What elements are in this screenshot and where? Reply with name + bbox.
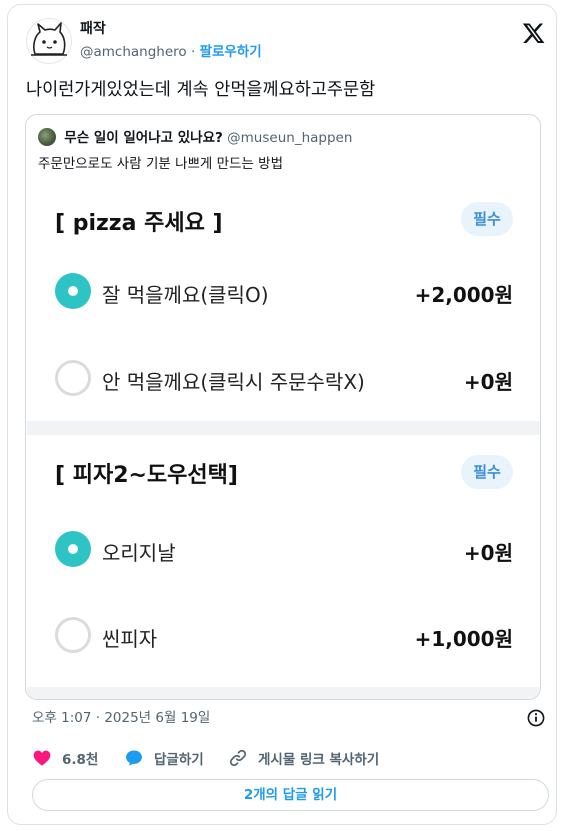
option-price: +0원 bbox=[463, 541, 513, 565]
required-badge: 필수 bbox=[461, 202, 513, 236]
option-label: 안 먹을께요(클릭시 주문수락X) bbox=[102, 370, 365, 394]
option-label: 잘 먹을께요(클릭O) bbox=[102, 283, 269, 307]
menu-section-pizza: [ pizza 주세요 ] 필수 잘 먹을께요(클릭O) +2,000원 안 먹… bbox=[27, 185, 540, 421]
x-logo-icon[interactable] bbox=[522, 21, 546, 45]
tweet-header: 패작 @amchanghero · 팔로우하기 bbox=[26, 15, 546, 67]
quote-author-name: 무슨 일이 일어나고 있나요? bbox=[64, 130, 223, 146]
avatar[interactable] bbox=[26, 18, 72, 64]
option-label: 씬피자 bbox=[102, 627, 158, 651]
follow-button[interactable]: 팔로우하기 bbox=[200, 44, 262, 60]
option-label: 오리지날 bbox=[102, 541, 176, 565]
chat-bubble-icon bbox=[126, 750, 142, 766]
radio-unselected-icon[interactable] bbox=[55, 360, 91, 396]
separator: · bbox=[190, 44, 196, 60]
quote-text: 주문만으로도 사람 기분 나쁘게 만드는 방법 bbox=[38, 156, 284, 172]
action-bar: 6.8천 답글하기 게시물 링크 복사하기 bbox=[32, 746, 542, 770]
info-icon[interactable] bbox=[527, 709, 545, 727]
quote-avatar bbox=[38, 128, 56, 146]
radio-unselected-icon[interactable] bbox=[55, 617, 91, 653]
like-count: 6.8천 bbox=[62, 752, 99, 768]
option-row[interactable]: 오리지날 +0원 bbox=[55, 529, 513, 569]
tweet-text: 나이런가게있었는데 계속 안먹을께요하고주문함 bbox=[26, 80, 376, 100]
option-row[interactable]: 안 먹을께요(클릭시 주문수락X) +0원 bbox=[55, 358, 513, 398]
tweet-card: 패작 @amchanghero · 팔로우하기 나이런가게있었는데 계속 안먹을… bbox=[7, 4, 557, 825]
author-handle[interactable]: @amchanghero bbox=[80, 44, 187, 60]
option-price: +0원 bbox=[463, 370, 513, 394]
copy-link-label: 게시물 링크 복사하기 bbox=[258, 752, 380, 768]
reply-label: 답글하기 bbox=[154, 752, 204, 768]
like-button[interactable]: 6.8천 bbox=[32, 746, 98, 770]
required-badge: 필수 bbox=[461, 455, 513, 489]
tweet-timestamp[interactable]: 오후 1:07 · 2025년 6월 19일 bbox=[32, 708, 210, 728]
section-divider bbox=[27, 421, 540, 435]
menu-section-dough: [ 피자2~도우선택] 필수 오리지날 +0원 씬피자 +1,000원 bbox=[27, 435, 540, 687]
copy-link-button[interactable]: 게시물 링크 복사하기 bbox=[228, 746, 379, 770]
option-price: +1,000원 bbox=[414, 627, 513, 651]
quote-author-handle: @museun_happen bbox=[227, 130, 353, 146]
radio-selected-icon[interactable] bbox=[55, 273, 91, 309]
option-price: +2,000원 bbox=[414, 283, 513, 307]
section-divider bbox=[27, 687, 540, 699]
radio-selected-icon[interactable] bbox=[55, 531, 91, 567]
heart-icon bbox=[33, 750, 51, 766]
menu-image: [ pizza 주세요 ] 필수 잘 먹을께요(클릭O) +2,000원 안 먹… bbox=[27, 185, 540, 699]
option-row[interactable]: 잘 먹을께요(클릭O) +2,000원 bbox=[55, 271, 513, 311]
section-title: [ pizza 주세요 ] bbox=[55, 211, 223, 236]
section-title: [ 피자2~도우선택] bbox=[55, 463, 238, 488]
author-display-name[interactable]: 패작 bbox=[80, 20, 262, 38]
option-row[interactable]: 씬피자 +1,000원 bbox=[55, 615, 513, 655]
quoted-tweet[interactable]: 무슨 일이 일어나고 있나요? @museun_happen 주문만으로도 사람… bbox=[25, 114, 541, 700]
reply-button[interactable]: 답글하기 bbox=[124, 746, 204, 770]
read-replies-button[interactable]: 2개의 답글 읽기 bbox=[32, 779, 549, 811]
link-icon bbox=[229, 749, 247, 767]
